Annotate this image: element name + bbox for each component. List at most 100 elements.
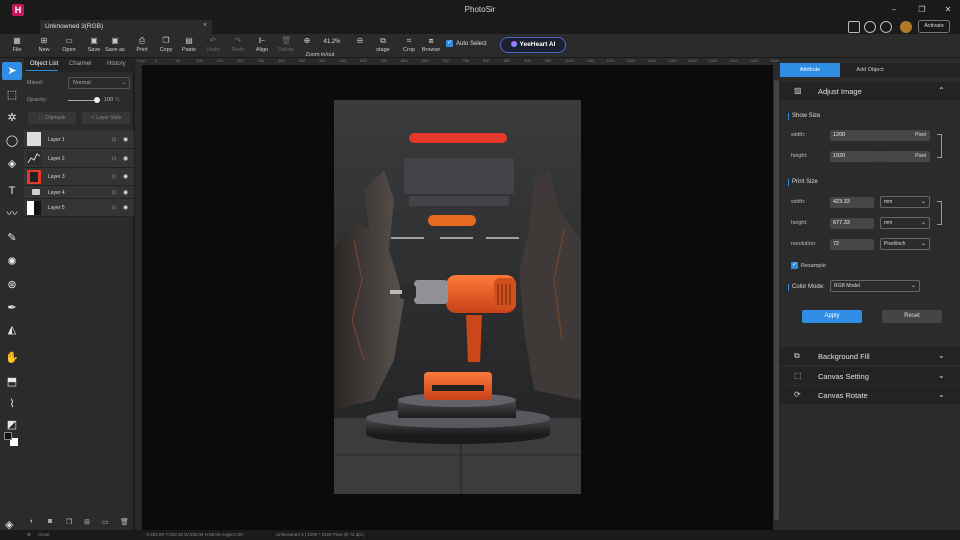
- chevron-down-icon[interactable]: ⌄: [938, 351, 945, 360]
- tab-channel[interactable]: Channel: [69, 61, 91, 67]
- eyedropper-tool-icon[interactable]: ⌇: [2, 395, 22, 413]
- zoom-out-button[interactable]: ⊖: [354, 36, 366, 56]
- visibility-eye-icon[interactable]: ◉: [123, 155, 128, 162]
- new-layer-icon[interactable]: ⊞: [84, 518, 90, 526]
- aspect-link-icon[interactable]: [937, 134, 942, 158]
- foreground-color-swatch[interactable]: [4, 432, 12, 440]
- open-button[interactable]: ▭ Open: [58, 36, 80, 56]
- layer-row[interactable]: Layer 1 ⊡ ◉: [24, 130, 134, 149]
- background-fill-header[interactable]: ⧉ Background Fill ⌄: [780, 347, 960, 365]
- delete-button[interactable]: 🗑 Delete: [275, 36, 297, 56]
- copy-button[interactable]: ❐ Copy: [155, 36, 177, 56]
- pen-brush-tool-icon[interactable]: ✎: [2, 229, 22, 247]
- lock-icon[interactable]: ⊡: [112, 190, 116, 196]
- undo-button[interactable]: ↶ Undo: [202, 36, 224, 56]
- layer-row[interactable]: Layer 2 ⊡ ◉: [24, 149, 134, 168]
- compass-icon[interactable]: [880, 21, 892, 33]
- folder-icon[interactable]: ▭: [102, 518, 109, 526]
- text-tool-icon[interactable]: T: [2, 182, 22, 200]
- lock-icon[interactable]: ⊡: [112, 156, 116, 162]
- minimize-icon[interactable]: –: [888, 5, 900, 14]
- adjust-image-header[interactable]: ▨ Adjust Image ⌃: [780, 82, 960, 100]
- chevron-down-icon[interactable]: ⌄: [938, 371, 945, 380]
- print-width-input[interactable]: 423.33: [830, 197, 874, 208]
- close-window-icon[interactable]: ✕: [942, 5, 954, 14]
- lock-icon[interactable]: ⊡: [112, 137, 116, 143]
- chevron-down-icon[interactable]: ⌄: [938, 390, 945, 399]
- print-width-unit-select[interactable]: mm ⌄: [880, 196, 930, 208]
- opacity-value[interactable]: 100 %: [104, 97, 120, 103]
- trash-icon[interactable]: 🗑: [120, 518, 129, 526]
- stage-button[interactable]: ⧉ stage: [372, 36, 394, 56]
- visibility-eye-icon[interactable]: ◉: [123, 189, 128, 196]
- activate-button[interactable]: Activate: [918, 20, 950, 33]
- save-as-button[interactable]: ▣ Save as: [104, 36, 126, 56]
- new-button[interactable]: ⊞ New: [33, 36, 55, 56]
- color-mode-select[interactable]: RGB Model ⌄: [830, 280, 920, 292]
- lasso-tool-icon[interactable]: ◯: [2, 132, 22, 150]
- lock-icon[interactable]: ⊡: [112, 174, 116, 180]
- opacity-slider-handle[interactable]: [94, 97, 100, 103]
- marquee-tool-icon[interactable]: ⬚: [2, 86, 22, 104]
- document-tab[interactable]: Unknowned 3(RGB) ×: [40, 20, 212, 34]
- aspect-link-icon[interactable]: [937, 201, 942, 225]
- show-width-input[interactable]: 1200: [830, 130, 880, 141]
- settings-icon[interactable]: [864, 21, 876, 33]
- align-button[interactable]: ⊩ Align: [251, 36, 273, 56]
- close-label[interactable]: Close: [38, 532, 50, 537]
- resolution-unit-select[interactable]: Pixel/inch ⌄: [880, 238, 930, 250]
- lock-icon[interactable]: ⊡: [112, 205, 116, 211]
- save-button[interactable]: ▣ Save: [83, 36, 105, 56]
- apply-button[interactable]: Apply: [802, 310, 862, 323]
- close-tab-icon[interactable]: ×: [203, 22, 207, 29]
- show-height-input[interactable]: 1920: [830, 151, 880, 162]
- transform-tool-icon[interactable]: ⬒: [2, 373, 22, 391]
- crop-button[interactable]: ⌗ Crop: [398, 36, 420, 56]
- browse-button[interactable]: ⧈ Browse: [420, 36, 442, 56]
- avatar[interactable]: [900, 21, 912, 33]
- resample-checkbox[interactable]: ✓ Resample: [791, 262, 826, 269]
- fill-tool-icon[interactable]: ◈: [2, 155, 22, 173]
- poster-image[interactable]: [334, 100, 581, 494]
- redo-button[interactable]: ↷ Redo: [227, 36, 249, 56]
- print-button[interactable]: ⎙ Print: [131, 36, 153, 56]
- reset-button[interactable]: Reset: [882, 310, 942, 323]
- mail-icon[interactable]: [848, 21, 860, 33]
- adjustment-icon[interactable]: ◐: [30, 518, 34, 525]
- visibility-eye-icon[interactable]: ◉: [123, 173, 128, 180]
- brush-tool-icon[interactable]: 〰: [2, 205, 22, 223]
- file-button[interactable]: ▦ File: [6, 36, 28, 56]
- chevron-up-icon[interactable]: ⌃: [938, 86, 945, 95]
- layer-style-button[interactable]: ✧ Layer Style: [82, 112, 130, 124]
- pen-tool-icon[interactable]: ✒: [2, 299, 22, 317]
- ai-button[interactable]: YeeHeart AI: [500, 37, 566, 53]
- maximize-icon[interactable]: ❐: [916, 5, 928, 14]
- move-tool-icon[interactable]: ➤: [2, 62, 22, 80]
- tab-object-list[interactable]: Object List: [30, 61, 58, 67]
- layer-row[interactable]: Layer 3 ⊡ ◉: [24, 168, 134, 186]
- zoom-value[interactable]: 41.2%: [318, 39, 346, 45]
- tab-add-object[interactable]: Add Object: [840, 63, 900, 77]
- opacity-slider[interactable]: [68, 100, 96, 101]
- clipmask-button[interactable]: ⬚ Clipmask: [28, 112, 76, 124]
- paste-button[interactable]: ▤ Paste: [178, 36, 200, 56]
- close-status-icon[interactable]: ⊠: [27, 532, 31, 538]
- canvas-rotate-header[interactable]: ⟳ Canvas Rotate ⌄: [780, 386, 960, 404]
- pattern-tool-icon[interactable]: ✺: [2, 253, 22, 271]
- visibility-eye-icon[interactable]: ◉: [123, 136, 128, 143]
- auto-select-checkbox[interactable]: ✓ Auto Select: [446, 40, 487, 47]
- magic-wand-tool-icon[interactable]: ✲: [2, 109, 22, 127]
- duplicate-icon[interactable]: ❐: [66, 518, 72, 526]
- tab-attribute[interactable]: Attribute: [780, 63, 840, 77]
- resolution-input[interactable]: 72: [830, 239, 874, 250]
- clone-tool-icon[interactable]: ⊛: [2, 276, 22, 294]
- print-height-unit-select[interactable]: mm ⌄: [880, 217, 930, 229]
- blend-mode-select[interactable]: Normal ⌄: [68, 77, 130, 89]
- visibility-eye-icon[interactable]: ◉: [123, 204, 128, 211]
- shape-tool-icon[interactable]: ◭: [2, 321, 22, 339]
- print-height-input[interactable]: 677.33: [830, 218, 874, 229]
- layer-row[interactable]: Layer 5 ⊡ ◉: [24, 199, 134, 217]
- canvas-setting-header[interactable]: ⬚ Canvas Setting ⌄: [780, 367, 960, 385]
- tab-history[interactable]: History: [107, 61, 126, 67]
- scrollbar-thumb[interactable]: [774, 80, 779, 520]
